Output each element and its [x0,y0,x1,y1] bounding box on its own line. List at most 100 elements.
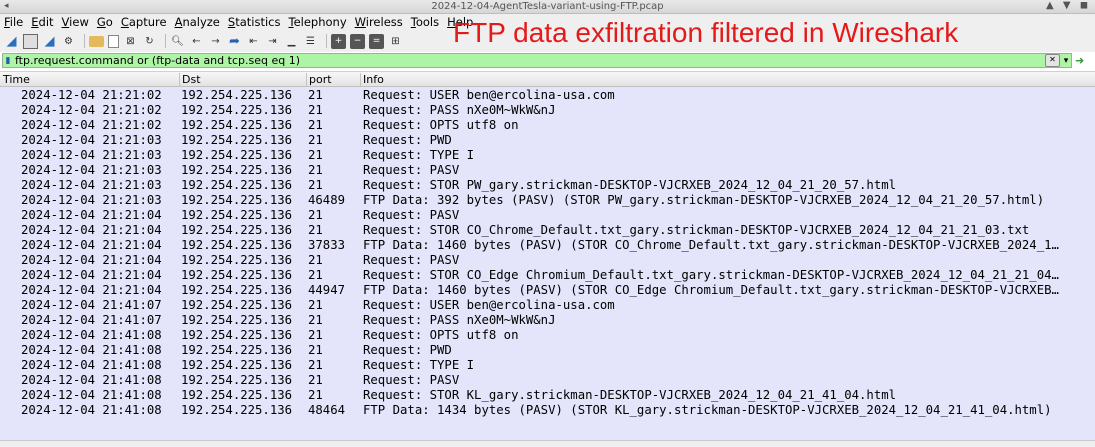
column-header-dst[interactable]: Dst [182,73,201,86]
packet-row[interactable]: 2024-12-04 21:41:08 192.254.225.136 21 Requ… [0,373,1095,388]
menu-go[interactable]: Go [97,15,113,29]
menu-file[interactable]: File [4,15,23,29]
menu-capture[interactable]: Capture [121,15,167,29]
packet-dst: 192.254.225.136 [181,358,293,372]
packet-row[interactable]: 2024-12-04 21:21:03 192.254.225.136 21 Requ… [0,148,1095,163]
open-file-icon[interactable] [89,35,104,47]
packet-dst: 192.254.225.136 [181,313,293,327]
menu-statistics-label: Statistics [227,15,281,29]
go-last-icon[interactable]: ⇥ [265,34,280,49]
zoom-in-icon[interactable]: + [331,33,346,49]
menu-capture-label: Capture [120,15,167,29]
menu-edit[interactable]: Edit [31,15,53,29]
packet-row[interactable]: 2024-12-04 21:21:03 192.254.225.136 21 Requ… [0,178,1095,193]
packet-port: 44947 [308,283,346,297]
menu-wireless[interactable]: Wireless [355,15,403,29]
recent-filters-chevron-icon[interactable]: ▾ [1061,56,1071,66]
menu-edit-label: Edit [31,15,54,29]
packet-row[interactable]: 2024-12-04 21:21:04 192.254.225.136 21 Requ… [0,208,1095,223]
packet-row[interactable]: 2024-12-04 21:21:04 192.254.225.136 44947 F… [0,283,1095,298]
shark-fin-start-icon[interactable]: ◢ [4,34,19,49]
packet-time: 2024-12-04 21:21:04 [21,253,162,267]
packet-time: 2024-12-04 21:21:03 [21,133,162,147]
packet-dst: 192.254.225.136 [181,193,293,207]
packet-row[interactable]: 2024-12-04 21:41:08 192.254.225.136 48464 F… [0,403,1095,418]
window-controls[interactable]: ▲ ▼ ◼ [1046,0,1091,11]
packet-dst: 192.254.225.136 [181,343,293,357]
packet-list[interactable]: 2024-12-04 21:21:02 192.254.225.136 21 Requ… [0,87,1095,440]
packet-dst: 192.254.225.136 [181,148,293,162]
packet-port: 46489 [308,193,346,207]
menu-analyze[interactable]: Analyze [175,15,220,29]
column-separator[interactable] [179,73,180,86]
menu-view[interactable]: View [62,15,89,29]
autoscroll-icon[interactable]: ▁ [284,34,299,49]
menu-telephony[interactable]: Telephony [288,15,346,29]
stop-capture-icon[interactable] [23,33,38,49]
column-separator[interactable] [360,73,361,86]
menu-tools[interactable]: Tools [411,15,439,29]
packet-row[interactable]: 2024-12-04 21:21:04 192.254.225.136 37833 F… [0,238,1095,253]
packet-dst: 192.254.225.136 [181,283,293,297]
packet-row[interactable]: 2024-12-04 21:41:08 192.254.225.136 21 Requ… [0,343,1095,358]
pane-splitter[interactable] [0,440,1095,447]
menu-statistics[interactable]: Statistics [228,15,281,29]
find-packet-icon[interactable]: 🔍︎ [170,34,185,49]
close-file-icon[interactable]: ⊠ [123,34,138,49]
packet-row[interactable]: 2024-12-04 21:41:07 192.254.225.136 21 Requ… [0,298,1095,313]
packet-row[interactable]: 2024-12-04 21:21:04 192.254.225.136 21 Requ… [0,223,1095,238]
restart-capture-icon[interactable]: ◢ [42,34,57,49]
toolbar-separator [326,34,327,48]
packet-dst: 192.254.225.136 [181,223,293,237]
packet-info: Request: STOR KL_gary.strickman-DESKTOP-… [363,388,897,402]
packet-row[interactable]: 2024-12-04 21:41:08 192.254.225.136 21 Requ… [0,328,1095,343]
packet-row[interactable]: 2024-12-04 21:21:03 192.254.225.136 21 Requ… [0,133,1095,148]
clear-filter-icon[interactable]: ✕ [1045,54,1060,67]
go-to-packet-icon[interactable]: ➦ [227,34,242,49]
display-filter-bar[interactable]: ▮ ftp.request.command or (ftp-data and t… [2,53,1072,68]
packet-row[interactable]: 2024-12-04 21:41:07 192.254.225.136 21 Requ… [0,313,1095,328]
packet-time: 2024-12-04 21:41:08 [21,388,162,402]
packet-time: 2024-12-04 21:21:02 [21,103,162,117]
packet-info: Request: PASV [363,163,460,177]
packet-row[interactable]: 2024-12-04 21:21:02 192.254.225.136 21 Requ… [0,103,1095,118]
packet-row[interactable]: 2024-12-04 21:21:02 192.254.225.136 21 Requ… [0,118,1095,133]
go-back-icon[interactable]: ← [189,34,204,49]
column-header-time[interactable]: Time [3,73,30,86]
packet-info: Request: TYPE I [363,358,475,372]
annotation-overlay: FTP data exfiltration filtered in Wiresh… [453,17,959,48]
colorize-icon[interactable]: ☰ [303,34,318,49]
packet-row[interactable]: 2024-12-04 21:21:04 192.254.225.136 21 Requ… [0,268,1095,283]
reload-file-icon[interactable]: ↻ [142,34,157,49]
display-filter-input[interactable]: ftp.request.command or (ftp-data and tcp… [13,54,300,67]
packet-row[interactable]: 2024-12-04 21:21:02 192.254.225.136 21 Requ… [0,88,1095,103]
column-header-port[interactable]: port [309,73,332,86]
packet-info: FTP Data: 1434 bytes (PASV) (STOR KL_gar… [363,403,1052,417]
column-separator[interactable] [306,73,307,86]
zoom-out-icon[interactable]: − [350,33,365,49]
packet-row[interactable]: 2024-12-04 21:21:03 192.254.225.136 46489 F… [0,193,1095,208]
capture-options-icon[interactable]: ⚙ [61,34,76,49]
menu-tools-label: Tools [410,15,440,29]
menu-view-label: View [61,15,89,29]
resize-columns-icon[interactable]: ⊞ [388,34,403,49]
go-first-icon[interactable]: ⇤ [246,34,261,49]
menu-wireless-label: Wireless [354,15,403,29]
packet-port: 21 [308,388,323,402]
column-header-info[interactable]: Info [363,73,384,86]
toolbar-separator [165,34,166,48]
packet-time: 2024-12-04 21:41:08 [21,328,162,342]
packet-row[interactable]: 2024-12-04 21:21:04 192.254.225.136 21 Requ… [0,253,1095,268]
go-forward-icon[interactable]: → [208,34,223,49]
packet-port: 21 [308,358,323,372]
filter-bookmark-icon[interactable]: ▮ [3,54,13,67]
packet-row[interactable]: 2024-12-04 21:21:03 192.254.225.136 21 Requ… [0,163,1095,178]
save-file-icon[interactable] [108,34,119,48]
packet-row[interactable]: 2024-12-04 21:41:08 192.254.225.136 21 Requ… [0,358,1095,373]
packet-time: 2024-12-04 21:21:04 [21,223,162,237]
packet-time: 2024-12-04 21:41:08 [21,343,162,357]
apply-filter-icon[interactable]: ➜ [1075,54,1084,67]
packet-time: 2024-12-04 21:21:03 [21,163,162,177]
normal-size-icon[interactable]: = [369,33,384,49]
packet-row[interactable]: 2024-12-04 21:41:08 192.254.225.136 21 Requ… [0,388,1095,403]
